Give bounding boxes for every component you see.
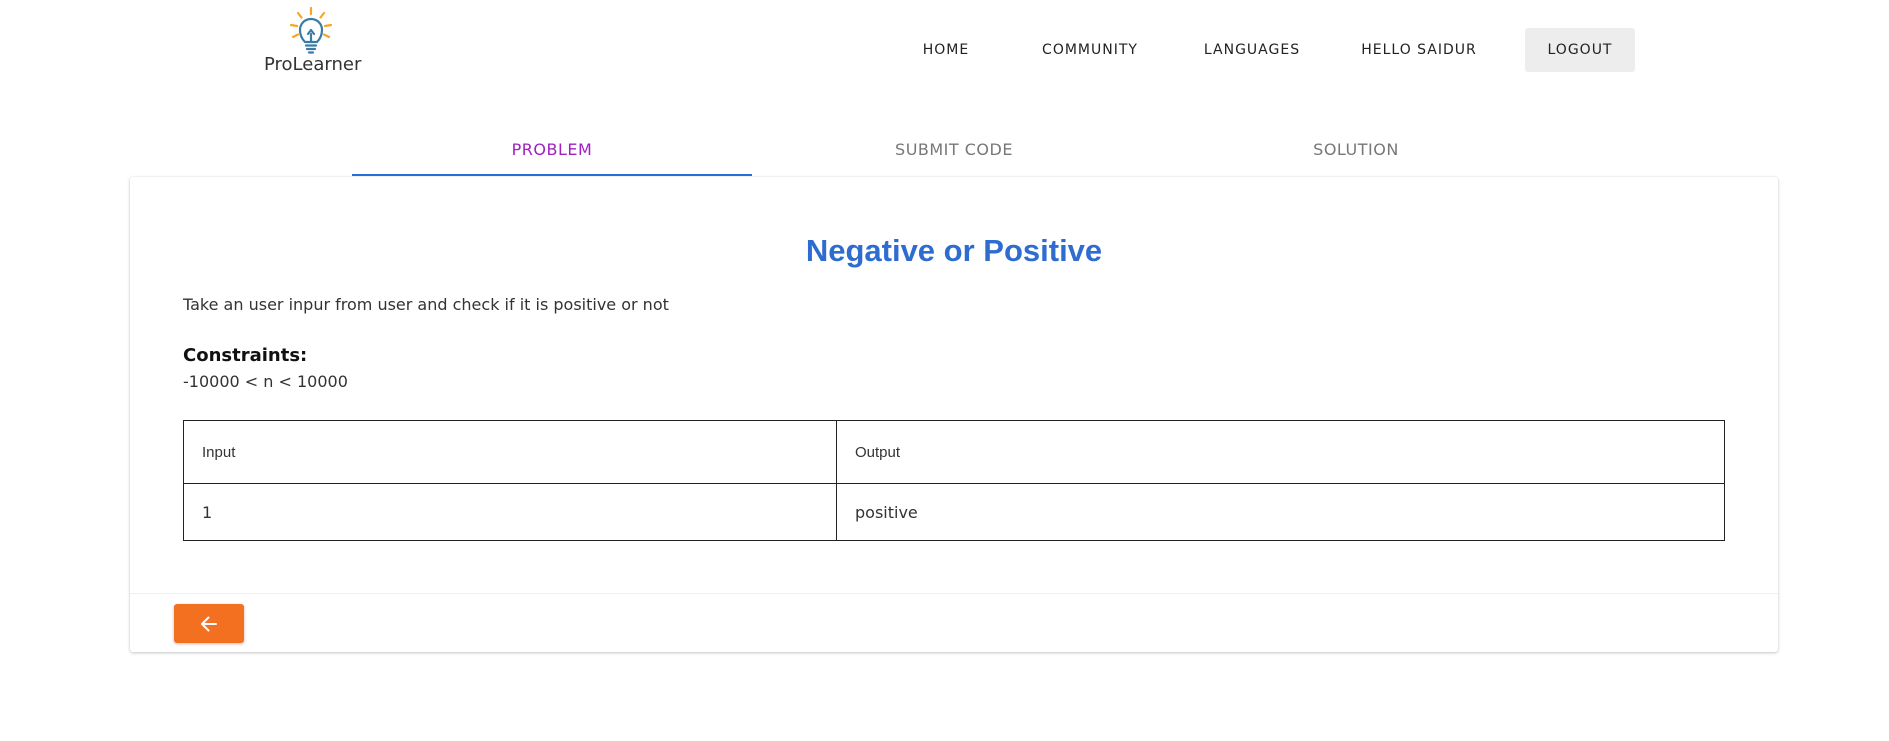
input-column-header: Input [183,420,837,484]
input-cell: 1 [183,483,837,541]
output-cell: positive [836,483,1725,541]
tab-problem[interactable]: PROBLEM [352,128,752,176]
back-button[interactable] [174,604,244,643]
tab-solution[interactable]: SOLUTION [1156,128,1556,176]
nav-community-link[interactable]: COMMUNITY [1030,28,1150,72]
nav-languages-link[interactable]: LANGUAGES [1196,28,1308,72]
io-example-table: Input Output 1 positive [183,420,1725,541]
nav-home-link[interactable]: HOME [904,28,988,72]
navbar: ProLearner HOME COMMUNITY LANGUAGES HELL… [0,0,1889,100]
problem-title: Negative or Positive [805,233,1103,268]
problem-tabs: PROBLEM SUBMIT CODE SOLUTION [352,128,1556,176]
output-column-header: Output [836,420,1725,484]
constraints-label: Constraints: [183,345,308,366]
tab-submit-code[interactable]: SUBMIT CODE [754,128,1154,176]
logout-button[interactable]: LOGOUT [1525,28,1635,72]
constraints-value: -10000 < n < 10000 [183,372,348,391]
problem-card: Negative or Positive Take an user inpur … [130,177,1778,652]
brand-name: ProLearner [264,54,362,75]
problem-description: Take an user inpur from user and check i… [183,295,669,314]
table-row: 1 positive [183,483,1725,541]
nav-user-greeting[interactable]: HELLO SAIDUR [1354,28,1484,72]
brand-logo[interactable]: ProLearner [262,6,362,76]
arrow-left-icon [201,616,217,632]
lightbulb-icon [289,6,333,54]
card-footer-divider [130,593,1778,594]
table-header-row: Input Output [183,420,1725,484]
